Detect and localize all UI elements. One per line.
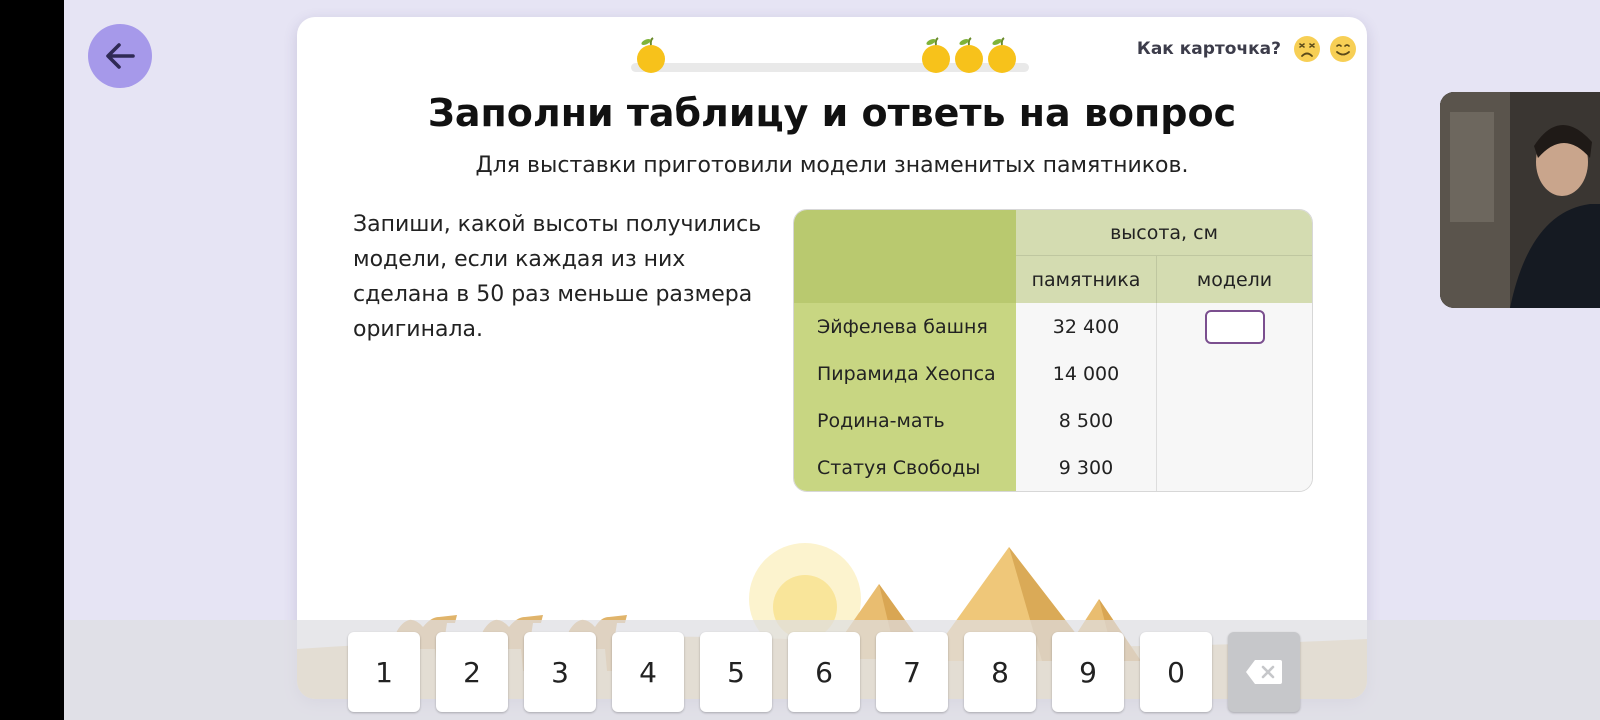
- backspace-icon: [1246, 660, 1282, 684]
- table-row-label: Родина-мать: [794, 397, 1016, 444]
- key-5[interactable]: 5: [700, 632, 772, 712]
- table-row-label: Эйфелева башня: [794, 303, 1016, 350]
- heights-table: высота, см памятника модели Эйфелева баш…: [793, 209, 1313, 492]
- backspace-key[interactable]: [1228, 632, 1300, 712]
- table-row-original: 14 000: [1016, 350, 1156, 397]
- orange-fruit-icon: [922, 37, 950, 73]
- task-card: Как карточка? Заполни таблицу и ответь н…: [297, 17, 1367, 699]
- rate-label: Как карточка?: [1136, 39, 1281, 59]
- model-height-input[interactable]: [1204, 309, 1265, 344]
- key-3[interactable]: 3: [524, 632, 596, 712]
- table-col-original: памятника: [1016, 256, 1156, 303]
- table-row-original: 9 300: [1016, 444, 1156, 491]
- left-black-strip: [0, 0, 64, 720]
- table-group-header: высота, см: [1016, 210, 1312, 256]
- person-video-image: [1440, 92, 1600, 308]
- orange-fruit-icon: [988, 37, 1016, 73]
- table-row-model-cell[interactable]: [1156, 397, 1312, 444]
- task-subtitle: Для выставки приготовили модели знаменит…: [475, 153, 1189, 178]
- key-2[interactable]: 2: [436, 632, 508, 712]
- table-row-original: 32 400: [1016, 303, 1156, 350]
- table-row-original: 8 500: [1016, 397, 1156, 444]
- orange-fruit-icon: [955, 37, 983, 73]
- key-9[interactable]: 9: [1052, 632, 1124, 712]
- orange-fruit-icon: [637, 37, 665, 73]
- key-1[interactable]: 1: [348, 632, 420, 712]
- smile-face-icon[interactable]: [1329, 35, 1357, 63]
- webcam-preview: [1440, 92, 1600, 308]
- table-col-model: модели: [1156, 256, 1312, 303]
- key-8[interactable]: 8: [964, 632, 1036, 712]
- table-row-model-cell[interactable]: [1156, 350, 1312, 397]
- table-row-label: Статуя Свободы: [794, 444, 1016, 491]
- key-7[interactable]: 7: [876, 632, 948, 712]
- arrow-left-icon: [106, 43, 135, 69]
- task-instruction: Запиши, какой высоты получились модели, …: [353, 212, 762, 342]
- back-button[interactable]: [88, 24, 152, 88]
- table-corner: [794, 210, 1016, 303]
- key-6[interactable]: 6: [788, 632, 860, 712]
- key-0[interactable]: 0: [1140, 632, 1212, 712]
- table-row-model-cell: [1156, 303, 1312, 350]
- frown-face-icon[interactable]: [1293, 35, 1321, 63]
- table-row-model-cell[interactable]: [1156, 444, 1312, 491]
- table-row-label: Пирамида Хеопса: [794, 350, 1016, 397]
- card-rating: Как карточка?: [1137, 35, 1357, 63]
- key-4[interactable]: 4: [612, 632, 684, 712]
- task-title: Заполни таблицу и ответь на вопрос: [427, 91, 1237, 135]
